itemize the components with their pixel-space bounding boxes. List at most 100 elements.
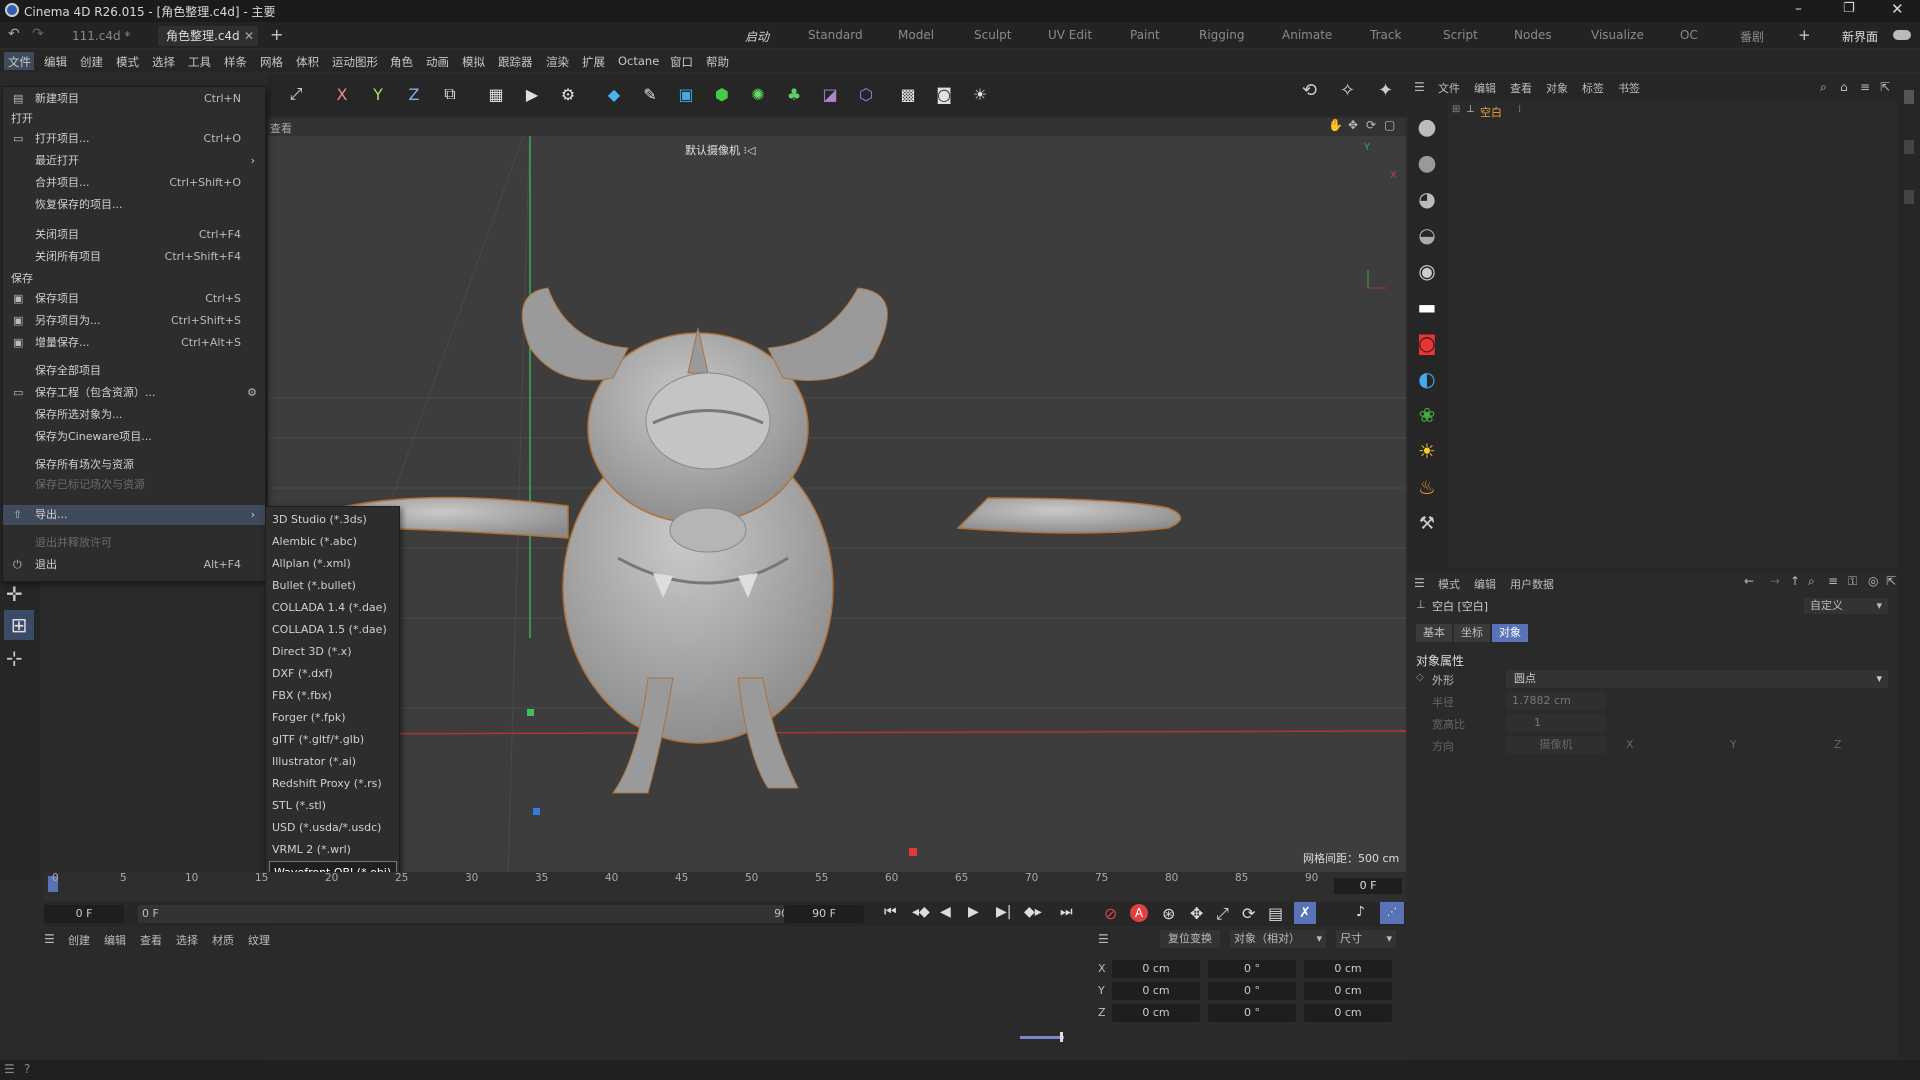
export-item[interactable]: STL (*.stl) (266, 795, 399, 817)
checker-sphere-icon[interactable]: ◕ (1412, 184, 1442, 214)
object-row[interactable]: ⊞ ⊥ 空白 ⁞ (1452, 104, 1532, 120)
key-pla-icon[interactable]: ✗ (1294, 902, 1316, 924)
octane-light-icon[interactable]: ♨ (1412, 472, 1442, 502)
side-tab-layers[interactable] (1904, 190, 1914, 204)
deformer-icon[interactable]: ◪ (814, 78, 846, 110)
workplane-icon[interactable]: ✦ (1378, 80, 1393, 101)
export-item[interactable]: USD (*.usda/*.usdc) (266, 817, 399, 839)
rotation-x-field[interactable]: 0 ° (1208, 960, 1296, 978)
glossy-sphere-icon[interactable]: ◉ (1412, 256, 1442, 286)
size-z-field[interactable]: 0 cm (1304, 1004, 1392, 1022)
rotation-y-field[interactable]: 0 ° (1208, 982, 1296, 1000)
menu-item-save[interactable]: ▣ 保存项目 Ctrl+S (3, 289, 265, 309)
menu-animate[interactable]: 动画 (426, 54, 449, 70)
export-item[interactable]: Illustrator (*.ai) (266, 751, 399, 773)
menu-item-save-with-assets[interactable]: ▭ 保存工程（包含资源）... ⚙ (3, 383, 265, 403)
subdivision-icon[interactable]: ▣ (670, 78, 702, 110)
export-item[interactable]: FBX (*.fbx) (266, 685, 399, 707)
key-rotation-icon[interactable]: ⟳ (1242, 904, 1255, 923)
mix-material-icon[interactable]: ◒ (1412, 220, 1442, 250)
layout-tab-model[interactable]: Model (898, 28, 934, 42)
viewport-view-menu[interactable]: 查看 (270, 120, 292, 136)
character-model[interactable] (337, 287, 1182, 794)
undo-icon[interactable]: ↶ (8, 26, 20, 42)
export-item[interactable]: Bullet (*.bullet) (266, 575, 399, 597)
back-arrow-icon[interactable]: ← (1744, 574, 1754, 588)
menu-select[interactable]: 选择 (152, 54, 175, 70)
layout-tab-paint[interactable]: Paint (1130, 28, 1160, 42)
axis-x-button[interactable]: X (326, 78, 358, 110)
tab-object[interactable]: 对象 (1492, 624, 1528, 642)
end-frame-field[interactable]: 90 F (784, 905, 864, 923)
menu-item-quit[interactable]: ⏻ 退出 Alt+F4 (3, 555, 265, 575)
reset-transform-button[interactable]: 复位变换 (1160, 930, 1220, 948)
gizmo-x-handle[interactable] (909, 848, 917, 856)
undo-view-icon[interactable]: ⟲ (1302, 80, 1317, 101)
keyframe-dot-icon[interactable]: ◇ (1416, 672, 1424, 683)
gizmo-z-handle[interactable] (533, 808, 540, 815)
timeline-mode-icon[interactable]: ⋰ (1380, 902, 1404, 924)
viewport-rotate-icon[interactable]: ⟳ (1366, 118, 1376, 132)
mm-menu-select[interactable]: 选择 (176, 932, 198, 948)
filter-icon[interactable]: ≡ (1828, 574, 1838, 588)
am-menu-userdata[interactable]: 用户数据 (1510, 576, 1554, 592)
camera-label[interactable]: 默认摄像机 ⁝◁ (685, 142, 755, 158)
play-icon[interactable]: ▶ (968, 904, 979, 920)
scale-tool-icon[interactable]: ⤢ (280, 78, 312, 110)
hamburger-icon[interactable]: ☰ (1414, 80, 1425, 94)
export-item[interactable]: 3D Studio (*.3ds) (266, 509, 399, 531)
record-icon[interactable]: ⊘ (1104, 904, 1117, 923)
side-tab-objects[interactable] (1904, 90, 1914, 104)
om-menu-bookmarks[interactable]: 书签 (1618, 80, 1640, 96)
filter-icon[interactable]: ≡ (1860, 80, 1870, 94)
go-to-start-icon[interactable]: ⏮ (884, 904, 897, 920)
layout-tab-track[interactable]: Track (1370, 28, 1401, 42)
menu-render[interactable]: 渲染 (546, 54, 569, 70)
up-arrow-icon[interactable]: ↑ (1790, 574, 1800, 588)
menu-volume[interactable]: 体积 (296, 54, 319, 70)
hamburger-icon[interactable]: ☰ (1414, 576, 1425, 590)
menu-mograph[interactable]: 运动图形 (332, 54, 378, 70)
layout-tab-fanju[interactable]: 番剧 (1740, 28, 1764, 45)
om-menu-file[interactable]: 文件 (1438, 80, 1460, 96)
prev-frame-icon[interactable]: ◀ (940, 904, 951, 920)
tab-file-111[interactable]: 111.c4d * (64, 26, 138, 46)
menu-file[interactable]: 文件 (8, 54, 31, 70)
export-item[interactable]: DXF (*.dxf) (266, 663, 399, 685)
menu-item-new-project[interactable]: ▤ 新建项目 Ctrl+N (3, 89, 265, 109)
layout-tab-oc[interactable]: OC (1680, 28, 1698, 42)
preset-dropdown[interactable]: 自定义 ▾ (1804, 598, 1888, 614)
add-layout-icon[interactable]: + (1798, 26, 1811, 44)
home-icon[interactable]: ⌂ (1840, 80, 1848, 94)
export-item[interactable]: Direct 3D (*.x) (266, 641, 399, 663)
zoom-slider-handle[interactable] (1060, 1032, 1063, 1042)
prev-key-icon[interactable]: ◂◆ (912, 904, 930, 920)
key-parameter-icon[interactable]: ▤ (1268, 904, 1283, 923)
hamburger-icon[interactable]: ☰ (1098, 932, 1109, 946)
mm-menu-texture[interactable]: 纹理 (248, 932, 270, 948)
export-item[interactable]: Redshift Proxy (*.rs) (266, 773, 399, 795)
export-item[interactable]: Allplan (*.xml) (266, 553, 399, 575)
menu-mode[interactable]: 模式 (116, 54, 139, 70)
light-icon[interactable]: ☀ (964, 78, 996, 110)
menu-window[interactable]: 窗口 (670, 54, 693, 70)
move-tool-icon[interactable]: ✛ (6, 582, 23, 606)
mograph-icon[interactable]: ✺ (742, 78, 774, 110)
tab-close-icon[interactable]: ✕ (244, 26, 254, 46)
menu-item-save-as[interactable]: ▣ 另存项目为... Ctrl+Shift+S (3, 311, 265, 331)
tab-file-role[interactable]: 角色整理.c4d ✕ (158, 26, 258, 46)
menu-item-close[interactable]: 关闭项目 Ctrl+F4 (3, 225, 265, 245)
go-to-end-icon[interactable]: ⏭ (1060, 904, 1073, 920)
sphere-gray-icon[interactable]: ● (1412, 148, 1442, 178)
coord-mode-dropdown[interactable]: 对象（相对） ▾ (1230, 930, 1326, 948)
menu-spline[interactable]: 样条 (224, 54, 247, 70)
octane-sun-icon[interactable]: ☀ (1412, 436, 1442, 466)
tab-coordinates[interactable]: 坐标 (1454, 624, 1490, 642)
search-icon[interactable]: ⌕ (1820, 80, 1827, 95)
volume-icon[interactable]: ⬡ (850, 78, 882, 110)
octane-camera-icon[interactable]: ◙ (1412, 328, 1442, 358)
menu-extensions[interactable]: 扩展 (582, 54, 605, 70)
octane-scatter-icon[interactable]: ❀ (1412, 400, 1442, 430)
gizmo-y-handle[interactable] (527, 709, 534, 716)
menu-create[interactable]: 创建 (80, 54, 103, 70)
